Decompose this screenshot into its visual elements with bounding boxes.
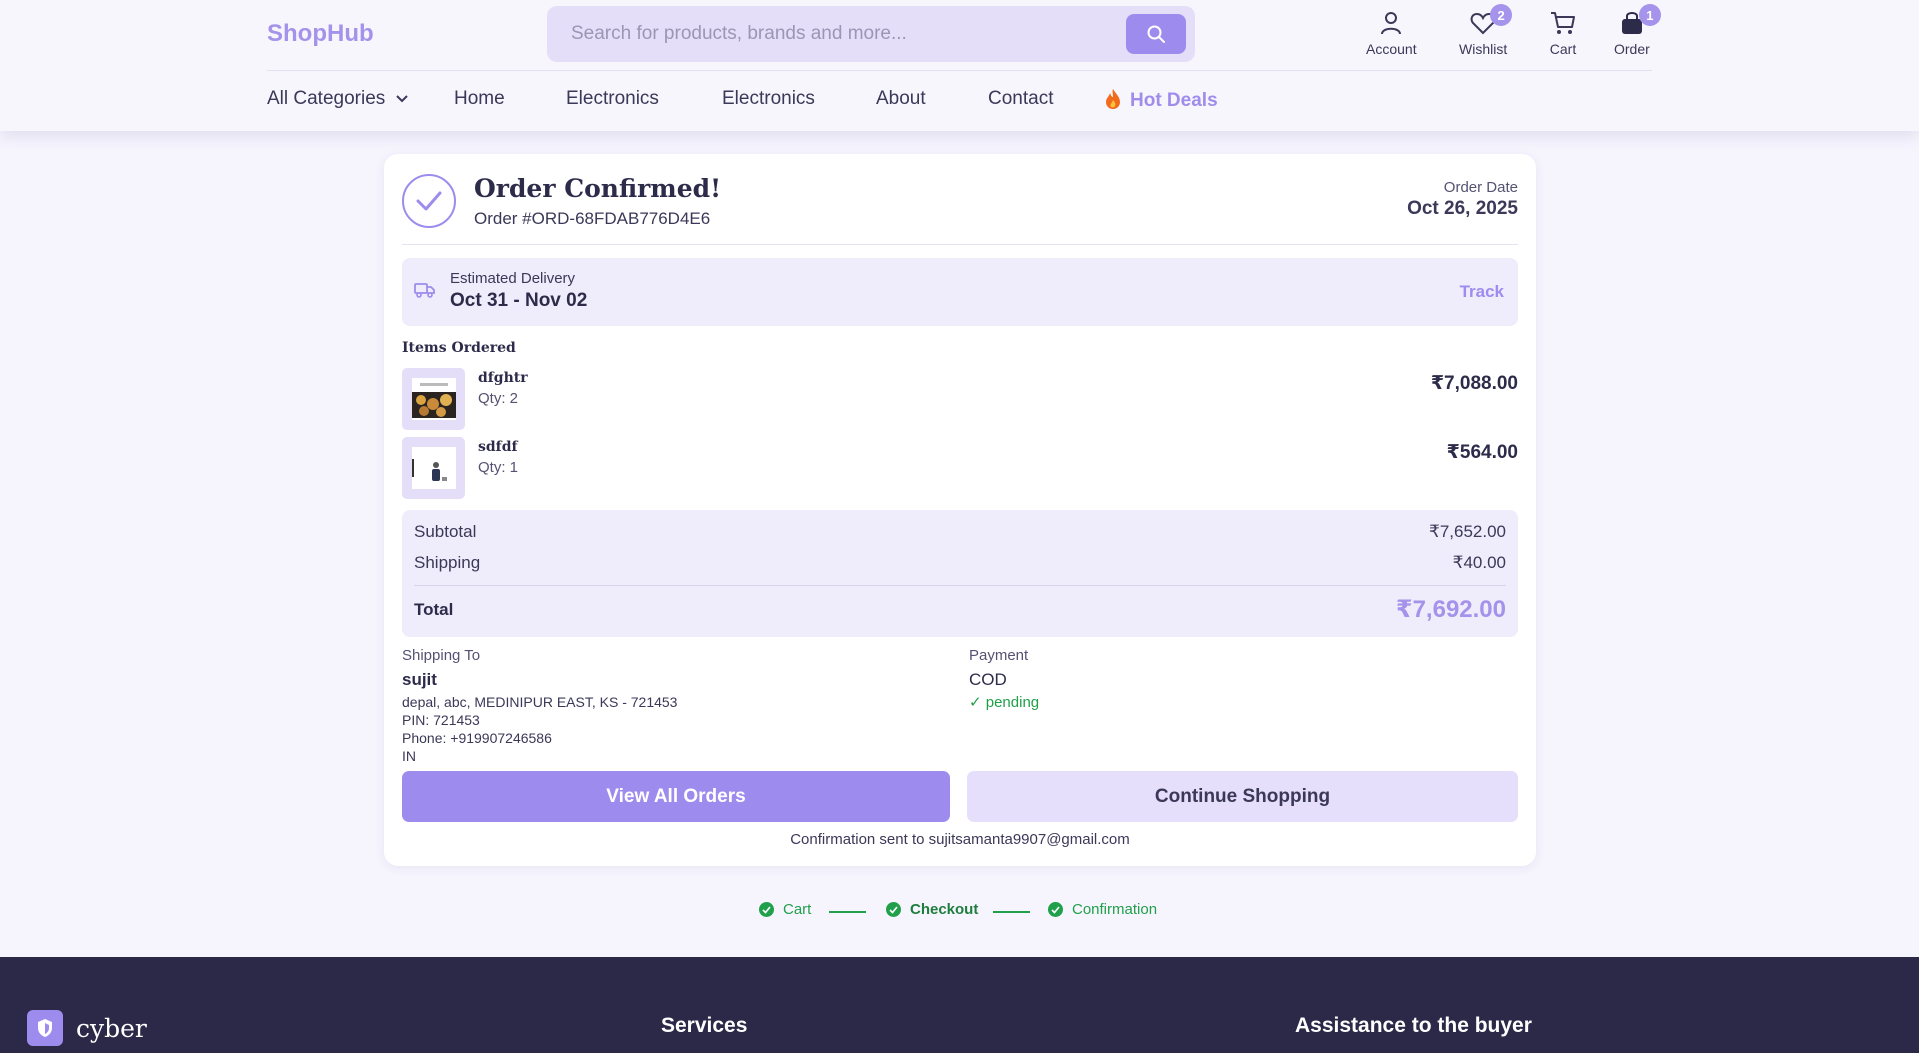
shophub-logo[interactable]: ShopHub — [267, 20, 374, 48]
address-line: depal, abc, MEDINIPUR EAST, KS - 721453 — [402, 694, 678, 710]
totals-divider — [414, 585, 1506, 586]
check-icon — [886, 902, 901, 917]
country-line: IN — [402, 748, 416, 764]
cart-icon — [1548, 8, 1578, 38]
step-connector — [993, 911, 1030, 913]
search-bar: Search for products, brands and more... — [547, 6, 1195, 62]
payment-label: Payment — [969, 647, 1029, 664]
menu-home[interactable]: Home — [454, 88, 505, 110]
shipping-to-label: Shipping To — [402, 647, 481, 664]
menu-all-categories[interactable]: All Categories — [267, 88, 409, 110]
order-badge: 1 — [1638, 4, 1661, 26]
check-circle-icon — [402, 174, 456, 228]
list-item: sdfdf Qty: 1 ₹564.00 — [402, 437, 1518, 499]
site-footer: cyber Services Assistance to the buyer — [0, 957, 1919, 1053]
view-all-orders-button[interactable]: View All Orders — [402, 771, 950, 822]
subtotal-row: Subtotal ₹7,652.00 — [414, 522, 1506, 542]
menu-about[interactable]: About — [876, 88, 926, 110]
order-label: Order — [1614, 41, 1650, 57]
delivery-banner: Estimated Delivery Oct 31 - Nov 02 Track — [402, 258, 1518, 326]
order-button[interactable]: 1 Order — [1614, 4, 1661, 57]
user-icon — [1376, 8, 1406, 38]
search-input[interactable]: Search for products, brands and more... — [571, 23, 907, 45]
subtotal-label: Subtotal — [414, 522, 477, 541]
step-cart: Cart — [759, 901, 811, 918]
list-item: dfghtr Qty: 2 ₹7,088.00 — [402, 368, 1518, 430]
track-link[interactable]: Track — [1460, 282, 1504, 302]
estimated-delivery-range: Oct 31 - Nov 02 — [450, 290, 588, 311]
card-divider — [402, 244, 1518, 245]
order-totals: Subtotal ₹7,652.00 Shipping ₹40.00 Total… — [402, 510, 1518, 637]
payment-method: COD — [969, 670, 1007, 689]
items-ordered-title: Items Ordered — [402, 340, 516, 356]
check-icon — [759, 902, 774, 917]
all-categories-label: All Categories — [267, 88, 386, 109]
confirmation-note: Confirmation sent to sujitsamanta9907@gm… — [790, 831, 1130, 848]
item-name: sdfdf — [478, 439, 518, 455]
hot-deals-label: Hot Deals — [1130, 90, 1218, 111]
footer-brand[interactable]: cyber — [76, 1014, 147, 1043]
menu-contact[interactable]: Contact — [988, 88, 1053, 110]
item-name: dfghtr — [478, 370, 528, 386]
header-divider — [267, 70, 1652, 71]
assistance-heading: Assistance to the buyer — [1295, 1014, 1532, 1037]
site-header: ShopHub Search for products, brands and … — [0, 0, 1919, 131]
menu-electronics[interactable]: Electronics — [566, 88, 659, 110]
shipping-address: Shipping To sujit depal, abc, MEDINIPUR … — [402, 647, 677, 765]
total-label: Total — [414, 600, 454, 619]
total-value: ₹7,692.00 — [1395, 596, 1506, 623]
shipping-label: Shipping — [414, 553, 481, 572]
order-date: Oct 26, 2025 — [1407, 198, 1518, 219]
step-checkout: Checkout — [886, 901, 978, 918]
shield-icon — [27, 1010, 63, 1046]
product-thumbnail[interactable] — [402, 437, 465, 499]
estimated-delivery-label: Estimated Delivery — [450, 270, 576, 287]
wishlist-badge: 2 — [1490, 4, 1513, 26]
services-heading: Services — [661, 1014, 748, 1037]
order-number: Order #ORD-68FDAB776D4E6 — [474, 209, 711, 228]
recipient-name: sujit — [402, 670, 437, 689]
continue-shopping-button[interactable]: Continue Shopping — [967, 771, 1518, 822]
checkout-progress: Cart Checkout Confirmation — [0, 899, 1919, 923]
step-confirmation: Confirmation — [1048, 901, 1157, 918]
heart-icon: 2 — [1468, 4, 1513, 38]
product-thumbnail[interactable] — [402, 368, 465, 430]
menu-electronics-2[interactable]: Electronics — [722, 88, 815, 110]
order-date-label: Order Date — [1443, 179, 1518, 196]
fire-icon — [1106, 89, 1120, 109]
account-button[interactable]: Account — [1366, 8, 1417, 57]
search-icon — [1147, 25, 1165, 43]
step-confirmation-label: Confirmation — [1072, 901, 1158, 918]
shipping-row: Shipping ₹40.00 — [414, 553, 1506, 573]
check-icon — [1048, 902, 1063, 917]
item-price: ₹7,088.00 — [1430, 373, 1518, 394]
search-button[interactable] — [1126, 14, 1186, 54]
item-qty: Qty: 2 — [478, 390, 519, 407]
pin-line: PIN: 721453 — [402, 712, 480, 728]
truck-icon — [414, 283, 435, 298]
chevron-down-icon — [395, 95, 408, 103]
wishlist-button[interactable]: 2 Wishlist — [1459, 4, 1513, 57]
subtotal-value: ₹7,652.00 — [1429, 522, 1506, 541]
bag-icon: 1 — [1617, 4, 1661, 38]
step-cart-label: Cart — [783, 901, 812, 918]
wishlist-label: Wishlist — [1459, 41, 1508, 57]
step-connector — [829, 911, 866, 913]
item-price: ₹564.00 — [1446, 442, 1518, 463]
menu-hot-deals[interactable]: Hot Deals — [1104, 88, 1218, 112]
cart-button[interactable]: Cart — [1548, 8, 1578, 57]
phone-line: Phone: +919907246586 — [402, 730, 552, 746]
order-confirmation-card: Order Confirmed! Order #ORD-68FDAB776D4E… — [384, 154, 1536, 866]
step-checkout-label: Checkout — [910, 901, 979, 918]
payment-info: Payment COD ✓ pending — [969, 647, 1039, 711]
item-qty: Qty: 1 — [478, 459, 519, 476]
cart-label: Cart — [1549, 41, 1577, 57]
account-label: Account — [1366, 41, 1417, 57]
total-row: Total ₹7,692.00 — [414, 596, 1506, 623]
payment-status: ✓ pending — [969, 694, 1040, 711]
shipping-value: ₹40.00 — [1452, 553, 1506, 572]
confirmation-title: Order Confirmed! — [474, 174, 722, 203]
